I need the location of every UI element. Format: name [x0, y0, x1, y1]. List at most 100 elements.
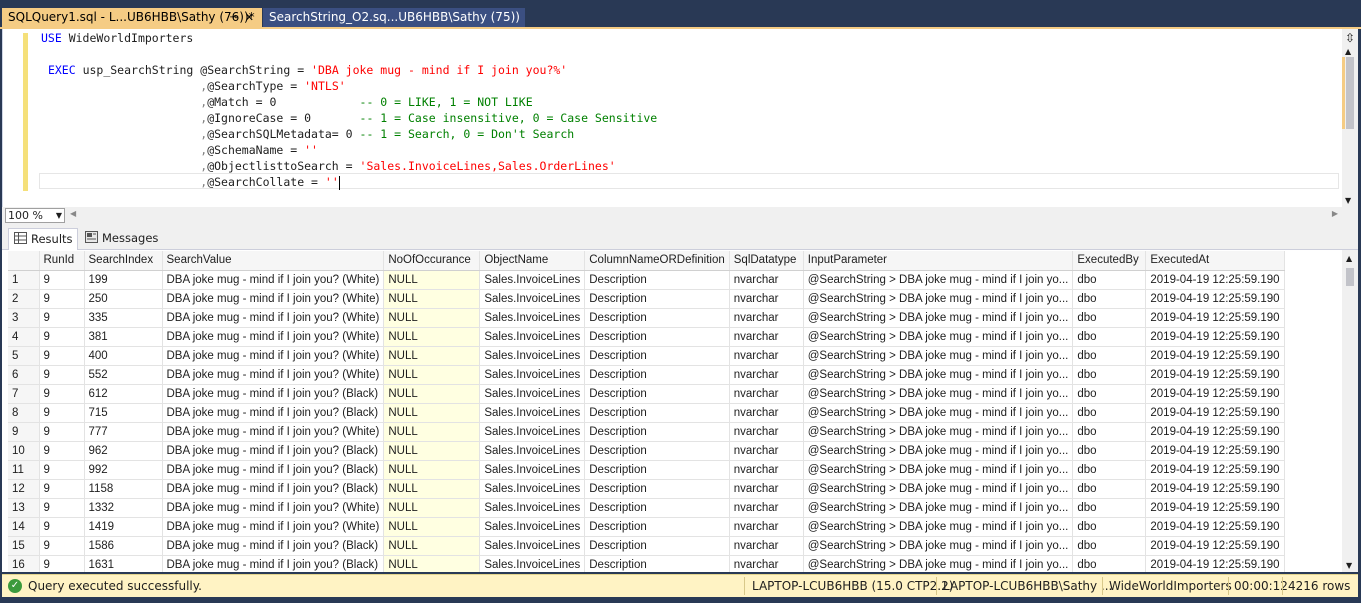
row-number[interactable]: 14: [8, 517, 40, 537]
table-cell[interactable]: nvarchar: [729, 498, 804, 518]
table-cell[interactable]: Sales.InvoiceLines: [479, 289, 586, 309]
row-number[interactable]: 7: [8, 384, 40, 404]
table-cell[interactable]: 2019-04-19 12:25:59.190: [1145, 403, 1285, 423]
table-cell[interactable]: DBA joke mug - mind if I join you? (Blac…: [162, 479, 385, 499]
scroll-right-icon[interactable]: ▶: [1332, 209, 1338, 218]
table-cell[interactable]: @SearchString > DBA joke mug - mind if I…: [803, 346, 1074, 366]
table-cell[interactable]: Sales.InvoiceLines: [479, 479, 586, 499]
table-cell[interactable]: dbo: [1072, 536, 1147, 556]
table-row[interactable]: 16 9 1631 DBA joke mug - mind if I join you…: [8, 555, 1285, 572]
results-table[interactable]: RunId SearchIndex SearchValue NoOfOccurance…: [8, 251, 1285, 572]
table-cell[interactable]: Description: [584, 365, 730, 385]
table-cell[interactable]: nvarchar: [729, 441, 804, 461]
table-cell[interactable]: dbo: [1072, 479, 1147, 499]
table-cell[interactable]: 335: [84, 308, 163, 328]
table-cell[interactable]: Sales.InvoiceLines: [479, 422, 586, 442]
table-cell[interactable]: 2019-04-19 12:25:59.190: [1145, 365, 1285, 385]
table-cell[interactable]: dbo: [1072, 346, 1147, 366]
table-cell[interactable]: 9: [38, 517, 85, 537]
table-cell[interactable]: NULL: [383, 555, 481, 572]
table-cell[interactable]: DBA joke mug - mind if I join you? (Whit…: [162, 270, 385, 290]
column-header[interactable]: SqlDatatype: [729, 251, 804, 271]
table-cell[interactable]: @SearchString > DBA joke mug - mind if I…: [803, 555, 1074, 572]
table-cell[interactable]: 2019-04-19 12:25:59.190: [1145, 270, 1285, 290]
table-cell[interactable]: DBA joke mug - mind if I join you? (Whit…: [162, 517, 385, 537]
table-cell[interactable]: Sales.InvoiceLines: [479, 555, 586, 572]
table-cell[interactable]: Sales.InvoiceLines: [479, 517, 586, 537]
table-cell[interactable]: 1158: [84, 479, 163, 499]
table-cell[interactable]: Description: [584, 384, 730, 404]
table-cell[interactable]: 2019-04-19 12:25:59.190: [1145, 422, 1285, 442]
table-cell[interactable]: @SearchString > DBA joke mug - mind if I…: [803, 441, 1074, 461]
table-cell[interactable]: 2019-04-19 12:25:59.190: [1145, 346, 1285, 366]
table-cell[interactable]: dbo: [1072, 384, 1147, 404]
scroll-up-icon[interactable]: ▲: [1345, 47, 1351, 56]
table-cell[interactable]: DBA joke mug - mind if I join you? (Blac…: [162, 384, 385, 404]
table-cell[interactable]: 9: [38, 422, 85, 442]
table-cell[interactable]: Description: [584, 308, 730, 328]
code-text[interactable]: USE WideWorldImporters EXEC usp_SearchSt…: [41, 30, 657, 190]
table-cell[interactable]: dbo: [1072, 327, 1147, 347]
table-cell[interactable]: nvarchar: [729, 270, 804, 290]
table-row[interactable]: 5 9 400 DBA joke mug - mind if I join you? …: [8, 346, 1285, 366]
table-cell[interactable]: NULL: [383, 517, 481, 537]
scroll-down-icon[interactable]: ▼: [1345, 196, 1351, 205]
table-cell[interactable]: Description: [584, 289, 730, 309]
table-cell[interactable]: Sales.InvoiceLines: [479, 403, 586, 423]
table-cell[interactable]: 9: [38, 365, 85, 385]
table-cell[interactable]: 9: [38, 479, 85, 499]
table-cell[interactable]: Sales.InvoiceLines: [479, 327, 586, 347]
column-header[interactable]: SearchIndex: [84, 251, 163, 271]
table-cell[interactable]: 9: [38, 441, 85, 461]
table-cell[interactable]: dbo: [1072, 365, 1147, 385]
table-cell[interactable]: Description: [584, 270, 730, 290]
table-cell[interactable]: Description: [584, 441, 730, 461]
table-cell[interactable]: 9: [38, 289, 85, 309]
table-cell[interactable]: NULL: [383, 536, 481, 556]
table-cell[interactable]: Sales.InvoiceLines: [479, 384, 586, 404]
table-cell[interactable]: dbo: [1072, 403, 1147, 423]
table-cell[interactable]: Sales.InvoiceLines: [479, 308, 586, 328]
row-number[interactable]: 2: [8, 289, 40, 309]
table-cell[interactable]: nvarchar: [729, 555, 804, 572]
table-cell[interactable]: DBA joke mug - mind if I join you? (Blac…: [162, 460, 385, 480]
table-cell[interactable]: @SearchString > DBA joke mug - mind if I…: [803, 308, 1074, 328]
row-number[interactable]: 16: [8, 555, 40, 572]
table-cell[interactable]: 9: [38, 460, 85, 480]
table-cell[interactable]: NULL: [383, 346, 481, 366]
table-cell[interactable]: NULL: [383, 327, 481, 347]
table-cell[interactable]: 992: [84, 460, 163, 480]
table-cell[interactable]: DBA joke mug - mind if I join you? (Blac…: [162, 536, 385, 556]
table-cell[interactable]: 9: [38, 403, 85, 423]
table-cell[interactable]: Description: [584, 479, 730, 499]
row-number[interactable]: 3: [8, 308, 40, 328]
table-cell[interactable]: DBA joke mug - mind if I join you? (Whit…: [162, 289, 385, 309]
table-cell[interactable]: NULL: [383, 384, 481, 404]
table-cell[interactable]: nvarchar: [729, 479, 804, 499]
close-icon[interactable]: ✕: [245, 8, 254, 27]
query-editor[interactable]: USE WideWorldImporters EXEC usp_SearchSt…: [2, 29, 1358, 207]
table-cell[interactable]: dbo: [1072, 289, 1147, 309]
table-cell[interactable]: DBA joke mug - mind if I join you? (Blac…: [162, 403, 385, 423]
scrollbar-thumb[interactable]: [1346, 268, 1354, 286]
table-cell[interactable]: NULL: [383, 422, 481, 442]
table-cell[interactable]: DBA joke mug - mind if I join you? (Whit…: [162, 498, 385, 518]
table-cell[interactable]: dbo: [1072, 270, 1147, 290]
table-cell[interactable]: 9: [38, 498, 85, 518]
table-cell[interactable]: DBA joke mug - mind if I join you? (Whit…: [162, 422, 385, 442]
column-header[interactable]: RunId: [39, 251, 85, 271]
row-number[interactable]: 12: [8, 479, 40, 499]
table-cell[interactable]: Sales.InvoiceLines: [479, 536, 586, 556]
table-cell[interactable]: dbo: [1072, 422, 1147, 442]
scroll-left-icon[interactable]: ◀: [70, 209, 76, 218]
table-cell[interactable]: @SearchString > DBA joke mug - mind if I…: [803, 384, 1074, 404]
table-cell[interactable]: 2019-04-19 12:25:59.190: [1145, 479, 1285, 499]
table-cell[interactable]: 400: [84, 346, 163, 366]
zoom-select[interactable]: 100 % ▼: [5, 208, 65, 223]
table-cell[interactable]: 2019-04-19 12:25:59.190: [1145, 384, 1285, 404]
results-grid[interactable]: RunId SearchIndex SearchValue NoOfOccurance…: [2, 250, 1358, 572]
scrollbar-thumb[interactable]: [1346, 57, 1354, 129]
table-cell[interactable]: DBA joke mug - mind if I join you? (Whit…: [162, 365, 385, 385]
table-row[interactable]: 13 9 1332 DBA joke mug - mind if I join you…: [8, 498, 1285, 518]
table-cell[interactable]: @SearchString > DBA joke mug - mind if I…: [803, 498, 1074, 518]
